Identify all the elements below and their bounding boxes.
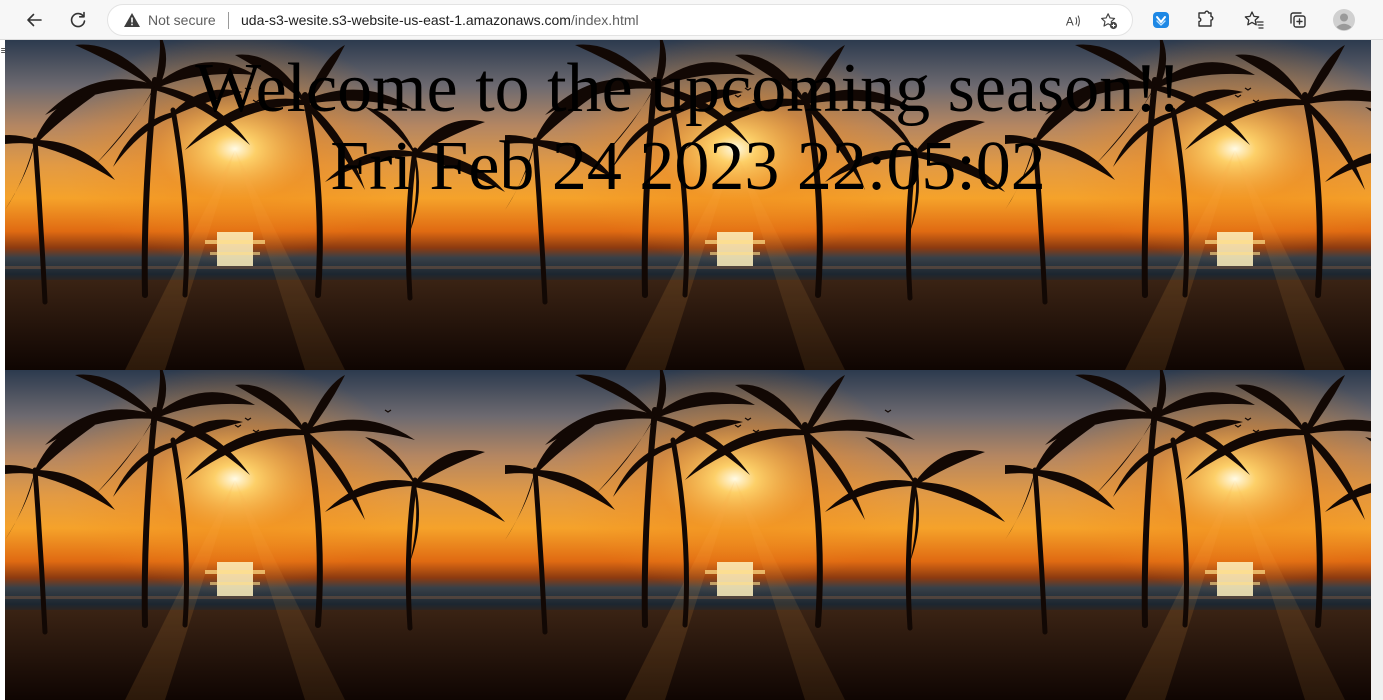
sunset-palm-image <box>1005 370 1371 700</box>
background-tile <box>5 370 505 700</box>
collections-icon <box>1290 12 1306 28</box>
address-bar[interactable]: Not secure uda-s3-wesite.s3-website-us-e… <box>107 4 1133 36</box>
collections-button[interactable] <box>1284 6 1312 34</box>
current-date-text: Fri Feb 24 2023 22:05:02 <box>330 128 1046 205</box>
read-aloud-button[interactable]: A <box>1063 10 1085 32</box>
sunset-palm-image <box>505 370 1005 700</box>
warning-icon[interactable] <box>123 12 141 28</box>
read-aloud-icon: A <box>1066 15 1080 29</box>
right-gutter <box>1371 40 1383 700</box>
url-host: uda-s3-wesite.s3-website-us-east-1.amazo… <box>241 12 571 28</box>
browser-toolbar: Not secure uda-s3-wesite.s3-website-us-e… <box>0 0 1383 40</box>
sunset-palm-image <box>5 370 505 700</box>
url-path: /index.html <box>570 12 639 28</box>
add-favorite-icon <box>1101 13 1118 30</box>
favorites-icon <box>1244 11 1264 29</box>
extensions-button[interactable] <box>1191 6 1219 34</box>
welcome-heading: Welcome to the upcoming season!! <box>195 50 1181 127</box>
back-icon <box>27 13 42 27</box>
url-text[interactable]: uda-s3-wesite.s3-website-us-east-1.amazo… <box>241 12 639 28</box>
background-tile <box>505 370 1005 700</box>
profile-icon <box>1333 9 1355 31</box>
profile-button[interactable] <box>1330 6 1358 34</box>
refresh-button[interactable] <box>64 6 92 34</box>
security-status-label[interactable]: Not secure <box>148 12 216 28</box>
back-button[interactable] <box>20 6 48 34</box>
extensions-icon <box>1198 10 1214 27</box>
refresh-icon <box>70 11 86 28</box>
background-tile <box>1005 370 1371 700</box>
add-favorite-button[interactable] <box>1098 10 1120 32</box>
shield-extension-button[interactable] <box>1147 6 1175 34</box>
page-viewport[interactable]: Welcome to the upcoming season!! Fri Feb… <box>5 40 1371 700</box>
shield-extension-icon <box>1153 12 1169 28</box>
svg-text:A: A <box>1066 16 1074 29</box>
address-divider <box>228 12 229 29</box>
favorites-button[interactable] <box>1240 6 1268 34</box>
